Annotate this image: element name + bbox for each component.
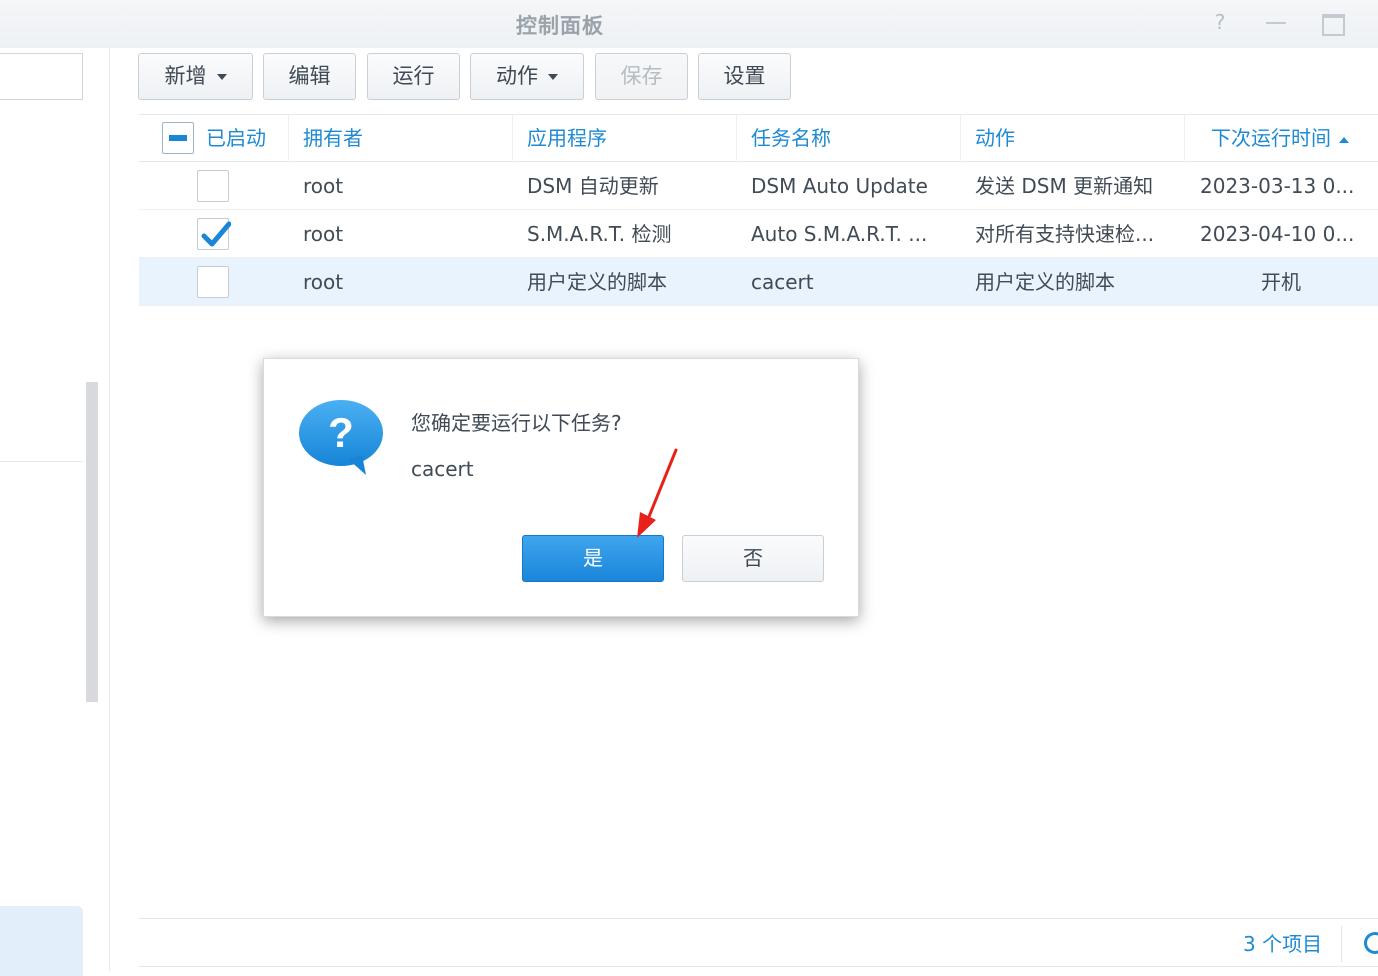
action-cell: 发送 DSM 更新通知 [975, 174, 1154, 198]
sidebar-selected-item[interactable] [0, 906, 83, 976]
table-row[interactable]: root S.M.A.R.T. 检测 Auto S.M.A.R.T. ... 对… [139, 210, 1378, 258]
task-name-cell: Auto S.M.A.R.T. ... [751, 222, 928, 246]
add-button[interactable]: 新增 [138, 53, 253, 100]
save-button[interactable]: 保存 [595, 53, 688, 100]
enabled-checkbox[interactable] [197, 266, 229, 298]
left-sidebar [0, 48, 110, 976]
column-owner[interactable]: 拥有者 [288, 115, 512, 162]
column-next-run-label: 下次运行时间 [1211, 126, 1331, 150]
dialog-task-name: cacert [411, 457, 474, 481]
confirm-dialog: ? 您确定要运行以下任务? cacert 是 否 [263, 358, 859, 617]
task-table: 已启动 拥有者 应用程序 任务名称 动作 下次运行时间 root DSM 自动更… [139, 114, 1378, 306]
no-button[interactable]: 否 [682, 535, 824, 582]
action-button[interactable]: 动作 [470, 53, 584, 100]
chevron-down-icon [216, 74, 227, 80]
enabled-checkbox[interactable] [197, 218, 231, 250]
indeterminate-icon [169, 135, 187, 141]
column-enabled-label: 已启动 [206, 126, 266, 150]
table-row[interactable]: root DSM 自动更新 DSM Auto Update 发送 DSM 更新通… [139, 162, 1378, 210]
settings-button[interactable]: 设置 [698, 53, 791, 100]
run-button[interactable]: 运行 [367, 53, 460, 100]
owner-cell: root [303, 222, 344, 246]
task-name-cell: DSM Auto Update [751, 174, 928, 198]
column-next-run[interactable]: 下次运行时间 [1184, 115, 1378, 162]
column-enabled[interactable]: 已启动 [139, 115, 288, 162]
yes-button[interactable]: 是 [522, 535, 664, 582]
next-run-cell: 开机 [1261, 270, 1301, 294]
maximize-icon[interactable] [1320, 10, 1345, 36]
enabled-checkbox[interactable] [197, 170, 229, 202]
help-icon[interactable]: ? [1208, 10, 1232, 34]
sidebar-scrollbar[interactable] [86, 382, 98, 702]
footer-bottom-line [139, 966, 1378, 967]
footer-divider [139, 918, 1378, 919]
dialog-message: 您确定要运行以下任务? [411, 411, 622, 435]
refresh-icon[interactable] [1364, 932, 1378, 954]
footer-separator [1341, 926, 1342, 962]
item-count: 3 个项目 [1243, 932, 1323, 956]
action-cell: 对所有支持快速检... [975, 222, 1155, 246]
table-header: 已启动 拥有者 应用程序 任务名称 动作 下次运行时间 [139, 114, 1378, 162]
add-button-label: 新增 [164, 64, 207, 88]
column-app[interactable]: 应用程序 [512, 115, 736, 162]
question-glyph: ? [328, 409, 354, 456]
select-all-checkbox[interactable] [162, 122, 194, 154]
next-run-cell: 2023-04-10 0... [1200, 222, 1355, 246]
sidebar-search-input[interactable] [0, 53, 83, 100]
question-icon: ? [299, 400, 383, 475]
chevron-down-icon [548, 74, 558, 80]
task-name-cell: cacert [751, 270, 814, 294]
app-cell: S.M.A.R.T. 检测 [527, 222, 672, 246]
annotation-arrow-icon [637, 448, 678, 538]
sidebar-divider [0, 461, 83, 462]
app-cell: 用户定义的脚本 [527, 270, 667, 294]
column-action[interactable]: 动作 [960, 115, 1184, 162]
action-cell: 用户定义的脚本 [975, 270, 1115, 294]
sort-ascending-icon [1339, 136, 1349, 143]
window-title: 控制面板 [516, 14, 604, 38]
column-task-name[interactable]: 任务名称 [736, 115, 960, 162]
owner-cell: root [303, 174, 344, 198]
action-button-label: 动作 [496, 64, 538, 88]
window-titlebar: 控制面板 ? [0, 0, 1378, 48]
next-run-cell: 2023-03-13 0... [1200, 174, 1355, 198]
edit-button[interactable]: 编辑 [263, 53, 356, 100]
checkmark-icon [201, 221, 231, 247]
table-row[interactable]: root 用户定义的脚本 cacert 用户定义的脚本 开机 [139, 258, 1378, 306]
app-cell: DSM 自动更新 [527, 174, 659, 198]
owner-cell: root [303, 270, 344, 294]
minimize-icon[interactable] [1264, 10, 1288, 34]
